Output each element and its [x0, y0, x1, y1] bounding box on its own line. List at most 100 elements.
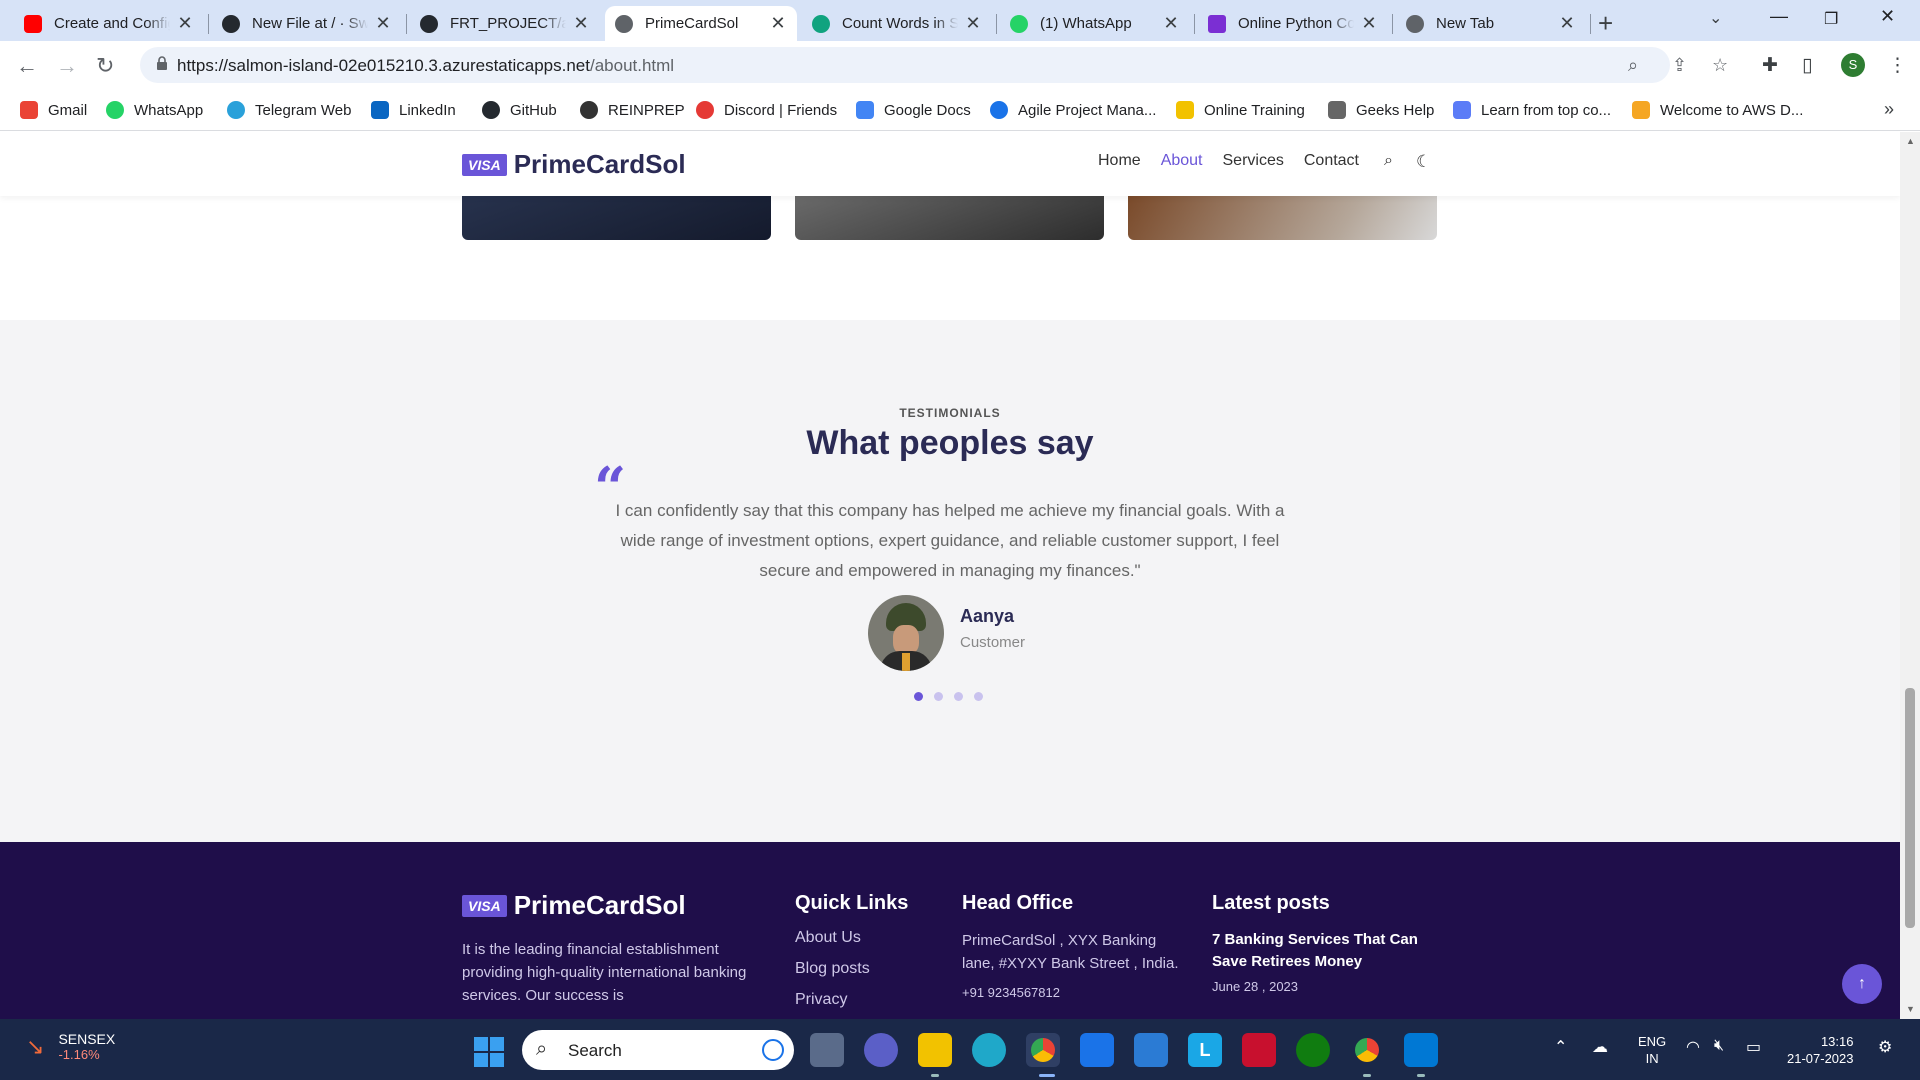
- new-tab-button[interactable]: +: [1598, 8, 1613, 39]
- nav-home[interactable]: Home: [1098, 152, 1141, 170]
- minimize-icon[interactable]: —: [1770, 6, 1788, 27]
- tab-whatsapp[interactable]: (1) WhatsApp ✕: [1000, 6, 1190, 41]
- bookmark-telegram[interactable]: Telegram Web: [227, 101, 351, 119]
- volume-muted-icon[interactable]: 🔇︎: [1714, 1037, 1724, 1055]
- search-icon: ⌕: [536, 1038, 548, 1060]
- profile-avatar[interactable]: S: [1841, 53, 1865, 77]
- bookmarks-overflow-icon[interactable]: »: [1884, 99, 1894, 120]
- tab-search-chevron-icon[interactable]: ⌄: [1709, 8, 1722, 28]
- nav-services[interactable]: Services: [1223, 152, 1284, 170]
- team-photo: [462, 196, 771, 240]
- l-app-icon[interactable]: L: [1188, 1033, 1222, 1067]
- bookmark-star-icon[interactable]: ☆: [1712, 55, 1728, 76]
- task-view-icon[interactable]: [810, 1033, 844, 1067]
- back-arrow-icon[interactable]: ←: [16, 53, 38, 79]
- carousel-dot[interactable]: [974, 692, 983, 701]
- reload-icon[interactable]: ↻: [96, 53, 114, 79]
- bookmark-geeks-help[interactable]: Geeks Help: [1328, 101, 1434, 119]
- mail-icon[interactable]: [1080, 1033, 1114, 1067]
- office-phone[interactable]: +91 9234567812: [962, 985, 1192, 1000]
- scroll-up-arrow-icon[interactable]: ▲: [1906, 136, 1915, 146]
- battery-icon[interactable]: ▭: [1746, 1037, 1761, 1057]
- page-scrollbar[interactable]: ▲ ▼: [1900, 132, 1920, 1019]
- restore-icon[interactable]: ❐: [1824, 9, 1838, 29]
- scroll-thumb[interactable]: [1905, 688, 1915, 928]
- tab-frt-project[interactable]: FRT_PROJECT/ass ✕: [410, 6, 600, 41]
- close-tab-icon[interactable]: ✕: [176, 13, 194, 34]
- side-panel-icon[interactable]: ▯: [1802, 54, 1812, 77]
- tab-primecardsol[interactable]: PrimeCardSol ✕: [605, 6, 797, 41]
- close-tab-icon[interactable]: ✕: [1558, 13, 1576, 34]
- bookmark-google-docs[interactable]: Google Docs: [856, 101, 971, 119]
- bookmark-agile[interactable]: Agile Project Mana...: [990, 101, 1156, 119]
- footer-link-about[interactable]: About Us: [795, 929, 908, 947]
- carousel-dot[interactable]: [954, 692, 963, 701]
- carousel-dot[interactable]: [914, 692, 923, 701]
- zoom-icon[interactable]: ⌕: [1628, 55, 1638, 76]
- running-indicator: [931, 1074, 939, 1077]
- close-tab-icon[interactable]: ✕: [964, 13, 982, 34]
- scroll-down-arrow-icon[interactable]: ▼: [1906, 1004, 1915, 1014]
- tab-divider: [1590, 14, 1591, 34]
- bookmark-gmail[interactable]: Gmail: [20, 101, 87, 119]
- edge-icon[interactable]: [972, 1033, 1006, 1067]
- wifi-icon[interactable]: ◠: [1686, 1037, 1700, 1057]
- teams-chat-icon[interactable]: [864, 1033, 898, 1067]
- footer-logo[interactable]: VISA PrimeCardSol: [462, 890, 686, 921]
- footer-heading: Head Office: [962, 892, 1074, 914]
- tab-divider: [406, 14, 407, 34]
- tab-create-and-config[interactable]: Create and Config ✕: [14, 6, 204, 41]
- nav-about[interactable]: About: [1161, 152, 1203, 170]
- bookmark-learn[interactable]: Learn from top co...: [1453, 101, 1611, 119]
- tab-new-tab[interactable]: New Tab ✕: [1396, 6, 1586, 41]
- forward-arrow-icon[interactable]: →: [56, 53, 78, 79]
- bookmark-discord[interactable]: Discord | Friends: [696, 101, 837, 119]
- system-clock[interactable]: 13:16 21-07-2023: [1787, 1033, 1854, 1067]
- search-icon[interactable]: ⌕: [1384, 152, 1393, 170]
- tab-online-python[interactable]: Online Python Co ✕: [1198, 6, 1388, 41]
- back-to-top-button[interactable]: ↑: [1842, 964, 1882, 1004]
- taskbar-search-box[interactable]: ⌕ Search: [522, 1030, 794, 1070]
- testimonial-quote: I can confidently say that this company …: [615, 501, 1285, 580]
- bookmark-aws[interactable]: Welcome to AWS D...: [1632, 101, 1803, 119]
- close-tab-icon[interactable]: ✕: [769, 13, 787, 34]
- extensions-puzzle-icon[interactable]: ✚: [1762, 54, 1778, 77]
- nav-contact[interactable]: Contact: [1304, 152, 1359, 170]
- mcafee-icon[interactable]: [1242, 1033, 1276, 1067]
- close-tab-icon[interactable]: ✕: [572, 13, 590, 34]
- more-menu-icon[interactable]: ⋮: [1888, 54, 1907, 77]
- notification-settings-icon[interactable]: ⚙: [1878, 1037, 1892, 1057]
- windows-start-icon[interactable]: [474, 1037, 504, 1067]
- address-bar[interactable]: https://salmon-island-02e015210.3.azures…: [140, 47, 1728, 83]
- close-window-icon[interactable]: ✕: [1880, 6, 1895, 27]
- bookmark-reinprep[interactable]: REINPREP: [580, 101, 685, 119]
- tab-count-words[interactable]: Count Words in S ✕: [802, 6, 992, 41]
- avatar: [868, 595, 944, 671]
- store-icon[interactable]: [1134, 1033, 1168, 1067]
- xbox-icon[interactable]: [1296, 1033, 1330, 1067]
- site-logo[interactable]: VISA PrimeCardSol: [462, 149, 686, 180]
- share-icon[interactable]: ⇪: [1672, 55, 1687, 76]
- chrome-icon[interactable]: [1026, 1033, 1060, 1067]
- bookmark-whatsapp[interactable]: WhatsApp: [106, 101, 203, 119]
- bookmark-github[interactable]: GitHub: [482, 101, 557, 119]
- close-tab-icon[interactable]: ✕: [1162, 13, 1180, 34]
- stock-widget[interactable]: ↘ SENSEX -1.16%: [26, 1031, 115, 1062]
- input-language[interactable]: ENG IN: [1638, 1033, 1666, 1067]
- dark-mode-moon-icon[interactable]: ☾: [1416, 152, 1431, 172]
- tray-overflow-chevron-icon[interactable]: ⌃: [1554, 1037, 1567, 1057]
- footer-link-privacy[interactable]: Privacy: [795, 991, 908, 1009]
- chrome-profile-icon[interactable]: [1350, 1033, 1384, 1067]
- footer-link-blog[interactable]: Blog posts: [795, 960, 908, 978]
- footer-about-text: It is the leading financial establishmen…: [462, 941, 747, 1004]
- close-tab-icon[interactable]: ✕: [1360, 13, 1378, 34]
- onedrive-cloud-icon[interactable]: ☁: [1592, 1037, 1608, 1057]
- carousel-dot[interactable]: [934, 692, 943, 701]
- vscode-icon[interactable]: [1404, 1033, 1438, 1067]
- tab-new-file[interactable]: New File at / · Sw ✕: [212, 6, 402, 41]
- bookmark-linkedin[interactable]: LinkedIn: [371, 101, 456, 119]
- close-tab-icon[interactable]: ✕: [374, 13, 392, 34]
- bookmark-online-training[interactable]: Online Training: [1176, 101, 1305, 119]
- latest-post-link[interactable]: 7 Banking Services That Can Save Retiree…: [1212, 929, 1442, 973]
- file-explorer-icon[interactable]: [918, 1033, 952, 1067]
